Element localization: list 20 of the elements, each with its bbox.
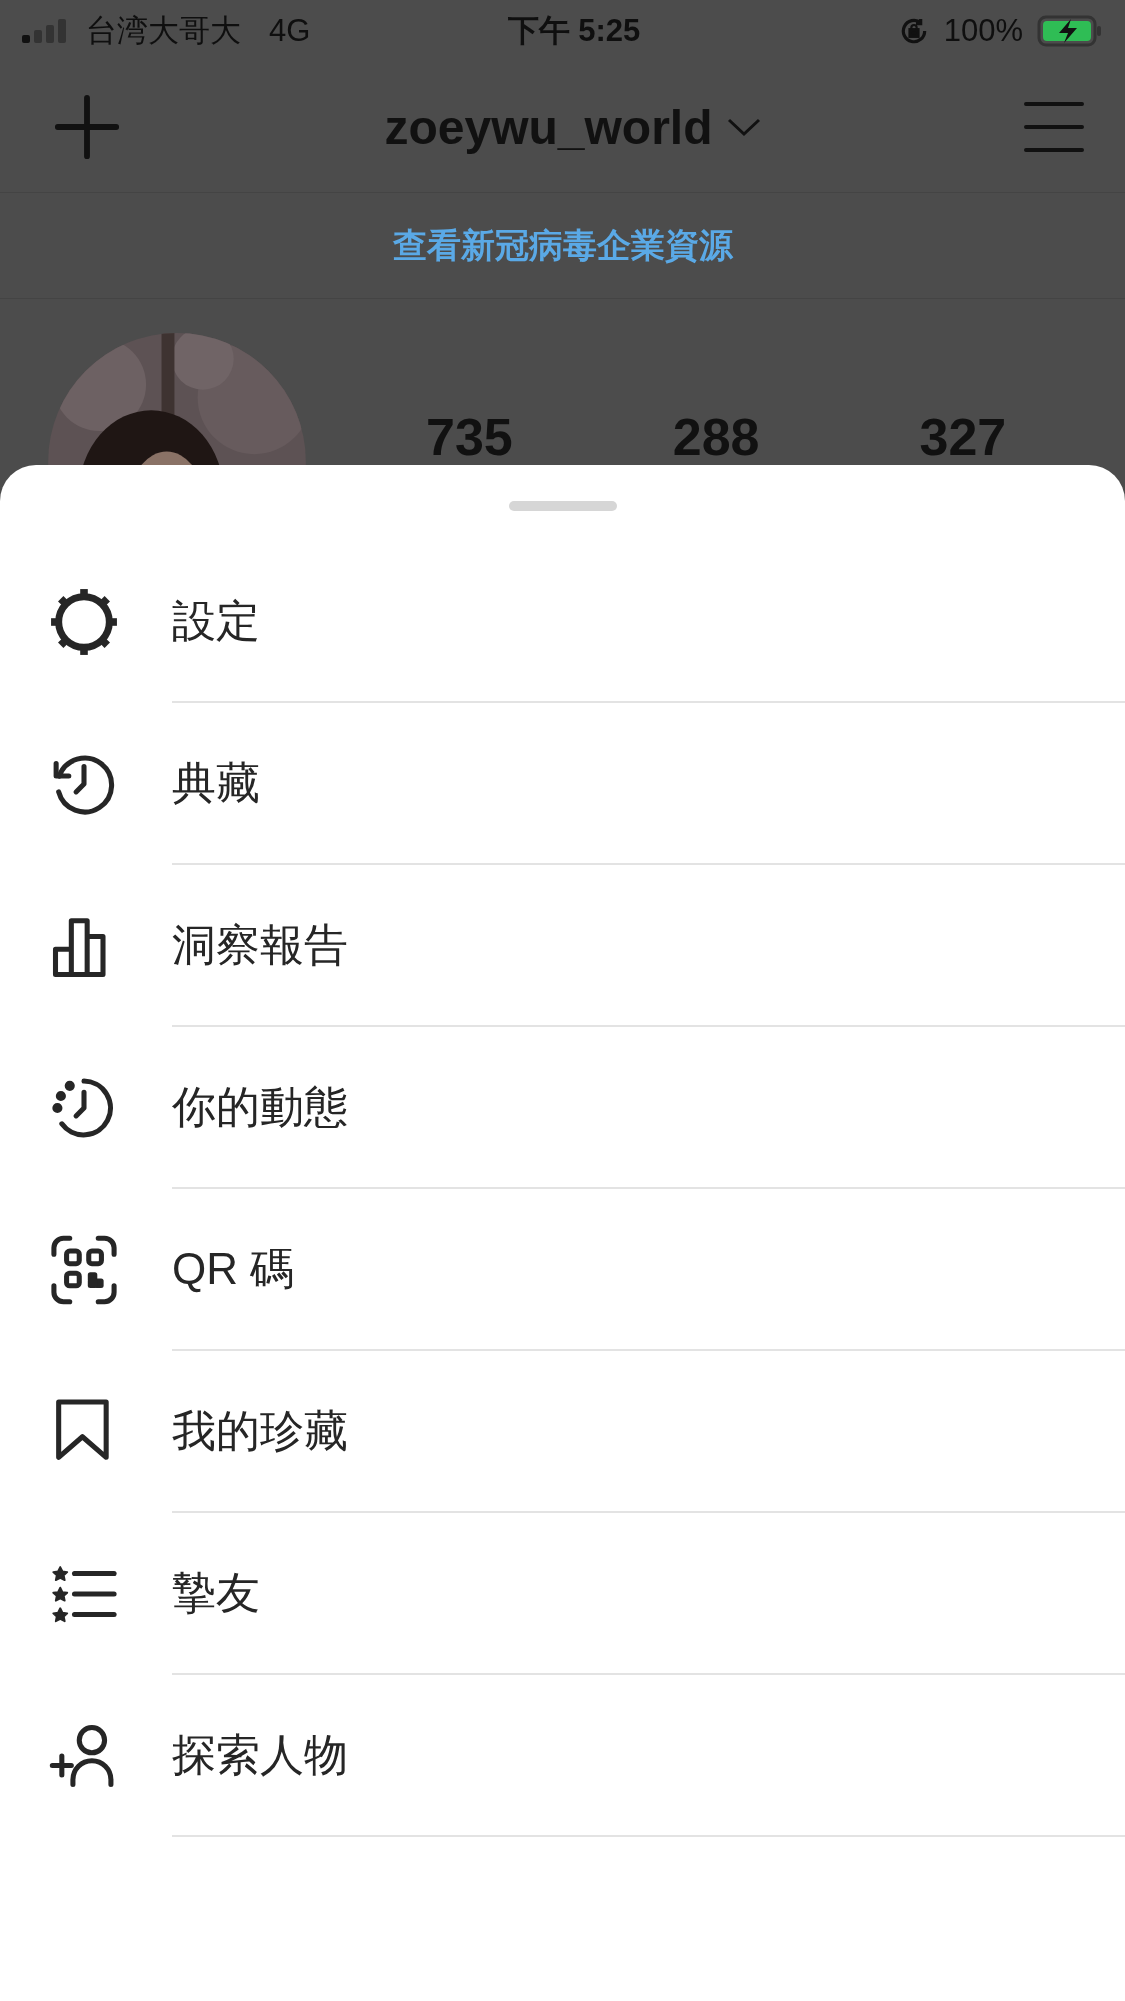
menu-item[interactable]: 探索人物 — [172, 1725, 348, 1785]
drag-handle[interactable] — [508, 501, 617, 511]
stat-count: 288 — [672, 407, 760, 467]
menu-item[interactable]: 洞察報告 — [172, 915, 348, 975]
network-type: 4G — [269, 13, 311, 49]
plus-icon[interactable] — [52, 92, 122, 162]
carrier-name: 台湾大哥大 — [86, 12, 241, 50]
menu-item[interactable]: QR 碼 — [172, 1239, 295, 1299]
clock-time: 下午 5:25 — [507, 12, 641, 50]
menu-icon[interactable] — [1023, 100, 1085, 154]
chevron-down-icon[interactable] — [726, 117, 761, 137]
menu-item[interactable]: 典藏 — [172, 753, 260, 813]
battery-charging-icon — [1037, 15, 1103, 47]
menu-item[interactable]: 設定 — [172, 591, 260, 651]
menu-item[interactable]: 摯友 — [172, 1563, 260, 1623]
stat-count: 735 — [426, 407, 513, 467]
battery-percent: 100% — [943, 13, 1023, 49]
menu-item[interactable]: 我的珍藏 — [172, 1401, 348, 1461]
menu-item[interactable]: 你的動態 — [172, 1077, 348, 1137]
stat-count: 327 — [919, 407, 1007, 467]
